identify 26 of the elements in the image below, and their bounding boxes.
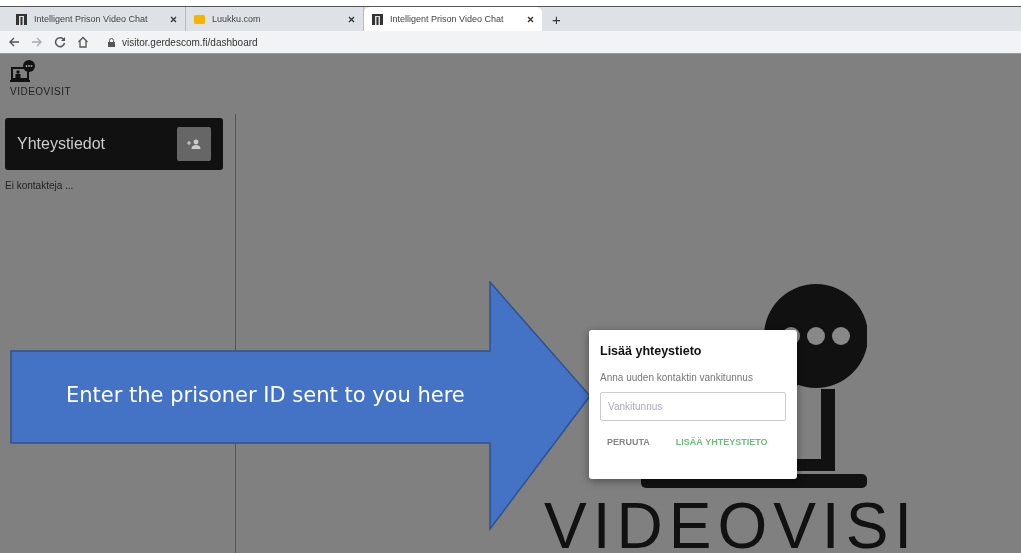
close-icon[interactable] xyxy=(170,15,177,23)
back-icon[interactable] xyxy=(8,36,20,48)
prisoner-id-field[interactable]: Vankitunnus xyxy=(600,392,786,421)
dialog-title: Lisää yhteystieto xyxy=(600,344,703,358)
close-icon[interactable] xyxy=(348,15,355,23)
callout-text: Enter the prisoner ID sent to you here xyxy=(66,383,465,407)
add-person-icon xyxy=(187,139,201,149)
logo-text: VIDEOVISI xyxy=(544,494,919,553)
logo-text: VIDEOVISIT xyxy=(10,86,72,97)
contacts-title: Yhteystiedot xyxy=(17,135,106,153)
envelope-icon xyxy=(194,14,205,24)
url-text: visitor.gerdescom.fi/dashboard xyxy=(122,36,258,48)
dialog-description: Anna uuden kontaktin vankitunnus xyxy=(600,372,754,383)
close-icon[interactable] xyxy=(527,15,534,23)
address-bar[interactable]: visitor.gerdescom.fi/dashboard xyxy=(100,33,266,51)
cancel-button[interactable]: PERUUTA xyxy=(601,431,656,453)
empty-contacts-text: Ei kontakteja ... xyxy=(5,180,75,191)
home-icon[interactable] xyxy=(77,36,89,48)
lock-icon xyxy=(108,37,115,47)
add-contact-button[interactable] xyxy=(177,127,211,161)
browser-tab[interactable]: Intelligent Prison Video Chat xyxy=(364,7,542,31)
door-icon xyxy=(372,13,383,25)
reload-icon[interactable] xyxy=(54,36,66,48)
new-tab-button[interactable]: + xyxy=(542,7,571,31)
laptop-chat-icon xyxy=(10,60,36,84)
door-icon xyxy=(16,13,27,25)
